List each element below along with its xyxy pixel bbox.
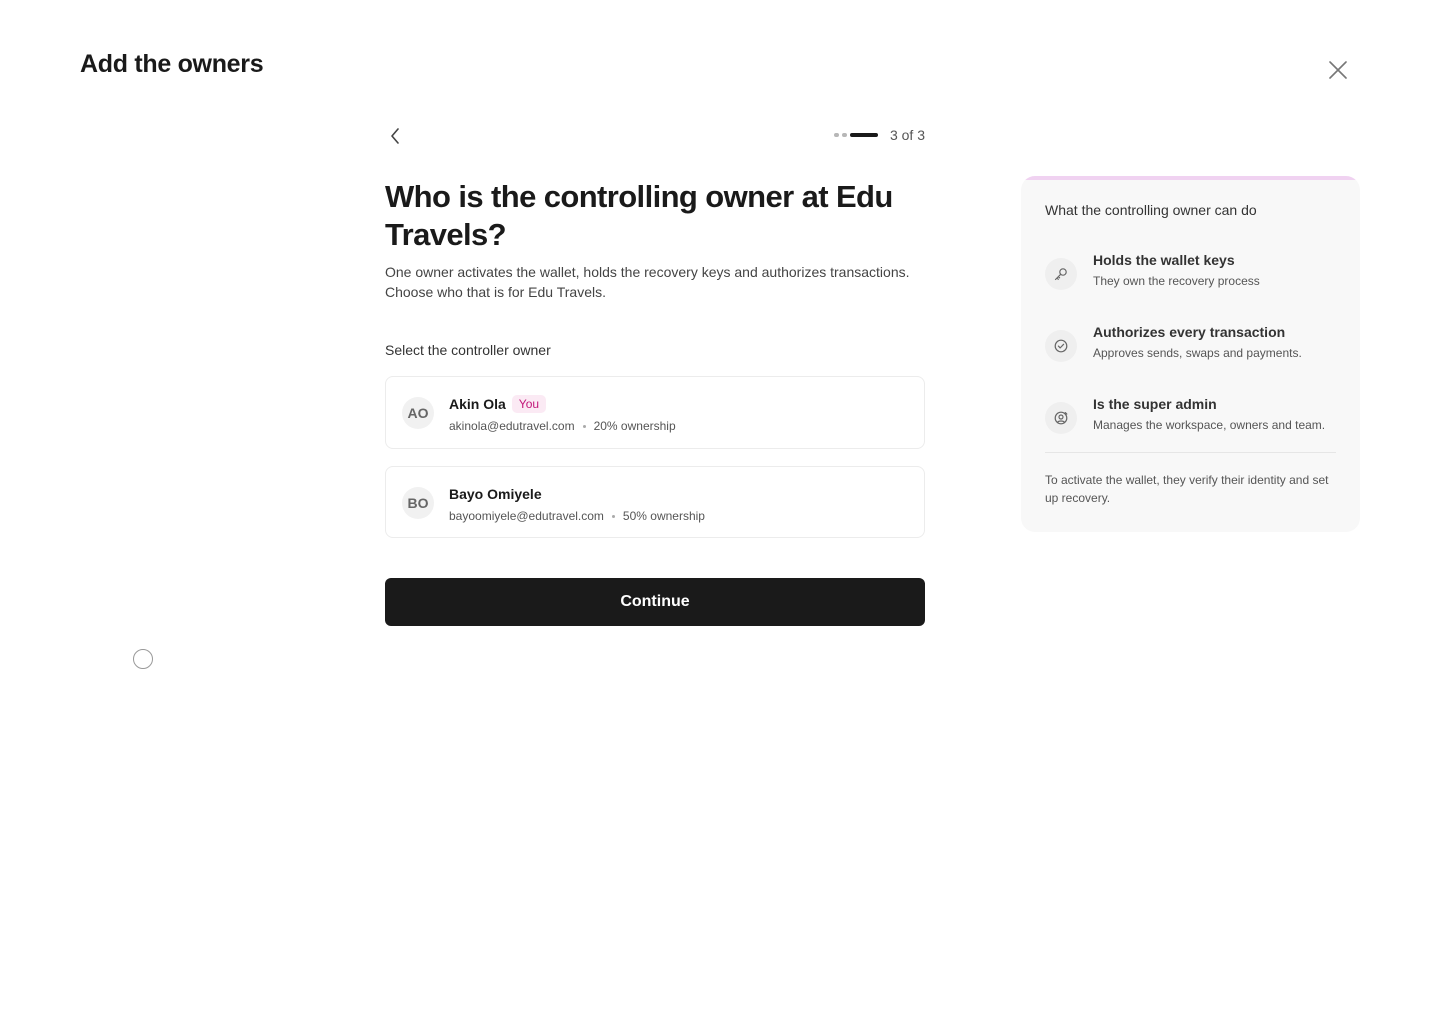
close-icon xyxy=(1329,61,1347,79)
question-description: One owner activates the wallet, holds th… xyxy=(385,264,910,300)
page-title: Add the owners xyxy=(80,50,264,78)
select-label: Select the controller owner xyxy=(385,342,551,358)
capability-title: Holds the wallet keys xyxy=(1093,252,1235,268)
capabilities-panel: What the controlling owner can do Holds … xyxy=(1021,176,1360,532)
panel-divider xyxy=(1045,452,1336,453)
step-counter: 3 of 3 xyxy=(889,127,925,143)
capability-title: Is the super admin xyxy=(1093,396,1217,412)
owner-info: Akin Ola You akinola@edutravel.com 20% o… xyxy=(449,393,676,433)
panel-accent-bar xyxy=(1021,176,1360,180)
owner-meta: bayoomiyele@edutravel.com 50% ownership xyxy=(449,509,705,523)
progress-dots xyxy=(833,133,878,137)
owner-option-akin-ola[interactable]: AO Akin Ola You akinola@edutravel.com 20… xyxy=(385,376,925,449)
owner-option-bayo-omiyele[interactable]: BO Bayo Omiyele bayoomiyele@edutravel.co… xyxy=(385,466,925,538)
owner-name-row: Akin Ola You xyxy=(449,393,676,415)
close-button[interactable] xyxy=(1326,58,1350,82)
avatar: AO xyxy=(402,397,434,429)
owner-ownership: 20% ownership xyxy=(593,419,676,433)
step-nav: 3 of 3 xyxy=(385,120,925,152)
owner-email: bayoomiyele@edutravel.com xyxy=(449,509,604,523)
progress-dot-1 xyxy=(833,133,839,137)
page: Add the owners 3 of 3 Who is the control… xyxy=(0,0,1440,1024)
capability-subtitle: They own the recovery process xyxy=(1093,274,1260,288)
step-progress: 3 of 3 xyxy=(833,127,925,143)
owner-name-row: Bayo Omiyele xyxy=(449,483,705,505)
owner-name: Bayo Omiyele xyxy=(449,486,542,502)
panel-title: What the controlling owner can do xyxy=(1045,202,1257,218)
key-icon xyxy=(1045,258,1077,290)
owner-info: Bayo Omiyele bayoomiyele@edutravel.com 5… xyxy=(449,483,705,523)
capability-item: Is the super admin Manages the workspace… xyxy=(1045,396,1345,440)
continue-button[interactable]: Continue xyxy=(385,578,925,626)
progress-dot-2 xyxy=(841,133,847,137)
owner-meta: akinola@edutravel.com 20% ownership xyxy=(449,419,676,433)
capability-subtitle: Manages the workspace, owners and team. xyxy=(1093,418,1326,432)
capability-item: Holds the wallet keys They own the recov… xyxy=(1045,252,1345,296)
check-circle-icon xyxy=(1045,330,1077,362)
owner-ownership: 50% ownership xyxy=(622,509,705,523)
capability-item: Authorizes every transaction Approves se… xyxy=(1045,324,1345,368)
back-button[interactable] xyxy=(385,124,405,148)
dot-separator xyxy=(611,514,615,518)
owner-email: akinola@edutravel.com xyxy=(449,419,575,433)
user-admin-icon xyxy=(1045,402,1077,434)
main-column: 3 of 3 Who is the controlling owner at E… xyxy=(385,120,925,626)
radio-circle[interactable] xyxy=(133,649,153,669)
you-badge: You xyxy=(511,395,547,413)
capability-subtitle: Approves sends, swaps and payments. xyxy=(1093,346,1302,360)
avatar: BO xyxy=(402,487,434,519)
owner-name: Akin Ola xyxy=(449,396,506,412)
panel-note: To activate the wallet, they verify thei… xyxy=(1045,473,1329,505)
capability-title: Authorizes every transaction xyxy=(1093,324,1286,340)
question-heading: Who is the controlling owner at Edu Trav… xyxy=(385,179,893,252)
chevron-left-icon xyxy=(391,128,399,144)
dot-separator xyxy=(582,424,586,428)
progress-dot-3-active xyxy=(849,133,878,137)
